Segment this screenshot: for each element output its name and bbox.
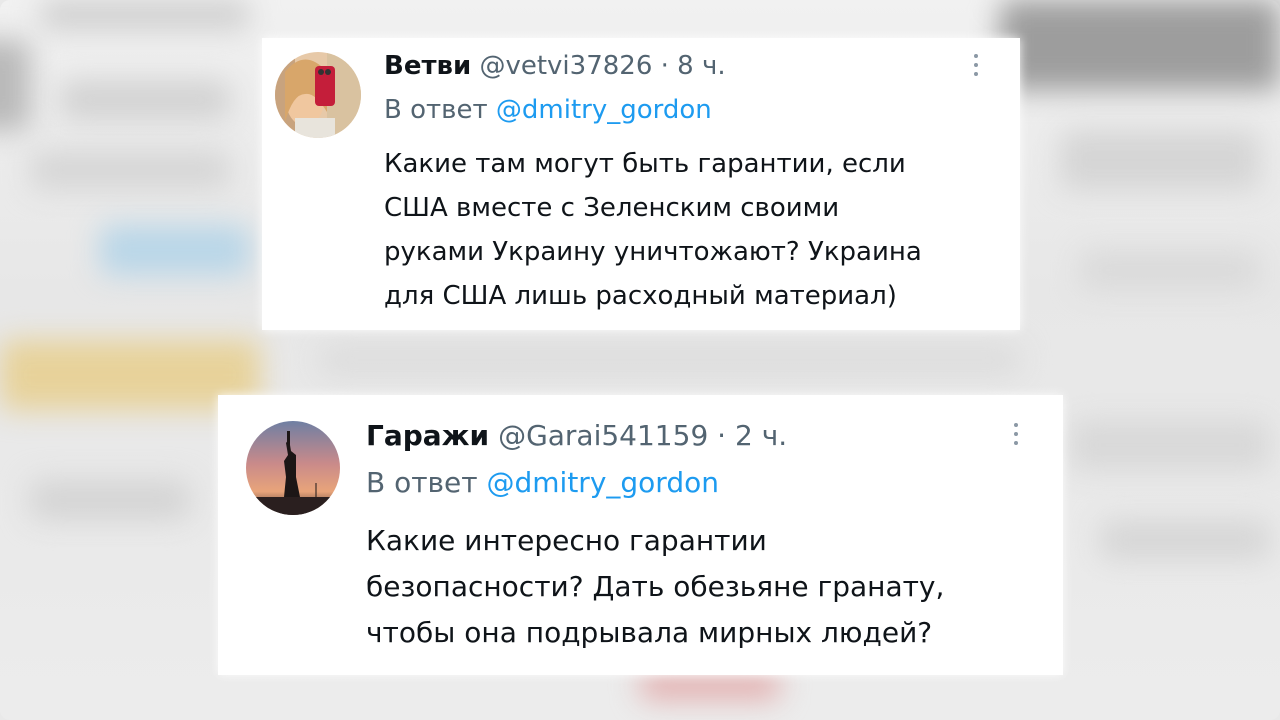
avatar-photo — [275, 52, 361, 138]
author-name[interactable]: Ветви — [384, 51, 471, 81]
tweet-text-line: руками Украину уничтожают? Украина — [384, 237, 922, 267]
tweet-text-line: безопасности? Дать обезьяне гранату, — [366, 570, 945, 603]
tweet-time[interactable]: · 8 ч. — [661, 51, 726, 81]
tweet-time[interactable]: · 2 ч. — [717, 419, 787, 452]
reply-mention-link[interactable]: @dmitry_gordon — [487, 466, 719, 499]
tweet-text-line: Какие интересно гарантии — [366, 524, 767, 557]
reply-prefix: В ответ — [384, 95, 488, 125]
tweet-text-line: для США лишь расходный материал) — [384, 281, 897, 311]
tweet-text: Какие там могут быть гарантии, если США … — [384, 142, 922, 318]
tweet-text-line: Какие там могут быть гарантии, если — [384, 149, 906, 179]
avatar[interactable] — [246, 421, 340, 515]
author-name[interactable]: Гаражи — [366, 419, 489, 452]
avatar-sunset-statue — [246, 421, 340, 515]
author-handle[interactable]: @vetvi37826 — [479, 51, 652, 81]
tweet-header: Гаражи @Garai541159 · 2 ч. — [366, 419, 787, 452]
more-vertical-icon[interactable] — [1012, 423, 1020, 445]
tweet-text-line: чтобы она подрывала мирных людей? — [366, 616, 933, 649]
tweet-header: Ветви @vetvi37826 · 8 ч. — [384, 51, 726, 81]
avatar[interactable] — [275, 52, 361, 138]
tweet-text: Какие интересно гарантии безопасности? Д… — [366, 518, 944, 656]
more-vertical-icon[interactable] — [972, 54, 980, 76]
author-handle[interactable]: @Garai541159 — [498, 419, 708, 452]
tweet-card-1[interactable]: Ветви @vetvi37826 · 8 ч. В ответ @dmitry… — [262, 38, 1020, 330]
reply-context: В ответ @dmitry_gordon — [384, 95, 712, 125]
tweet-card-2[interactable]: Гаражи @Garai541159 · 2 ч. В ответ @dmit… — [218, 395, 1063, 675]
reply-mention-link[interactable]: @dmitry_gordon — [496, 95, 712, 125]
reply-prefix: В ответ — [366, 466, 478, 499]
tweet-text-line: США вместе с Зеленским своими — [384, 193, 840, 223]
reply-context: В ответ @dmitry_gordon — [366, 466, 719, 499]
